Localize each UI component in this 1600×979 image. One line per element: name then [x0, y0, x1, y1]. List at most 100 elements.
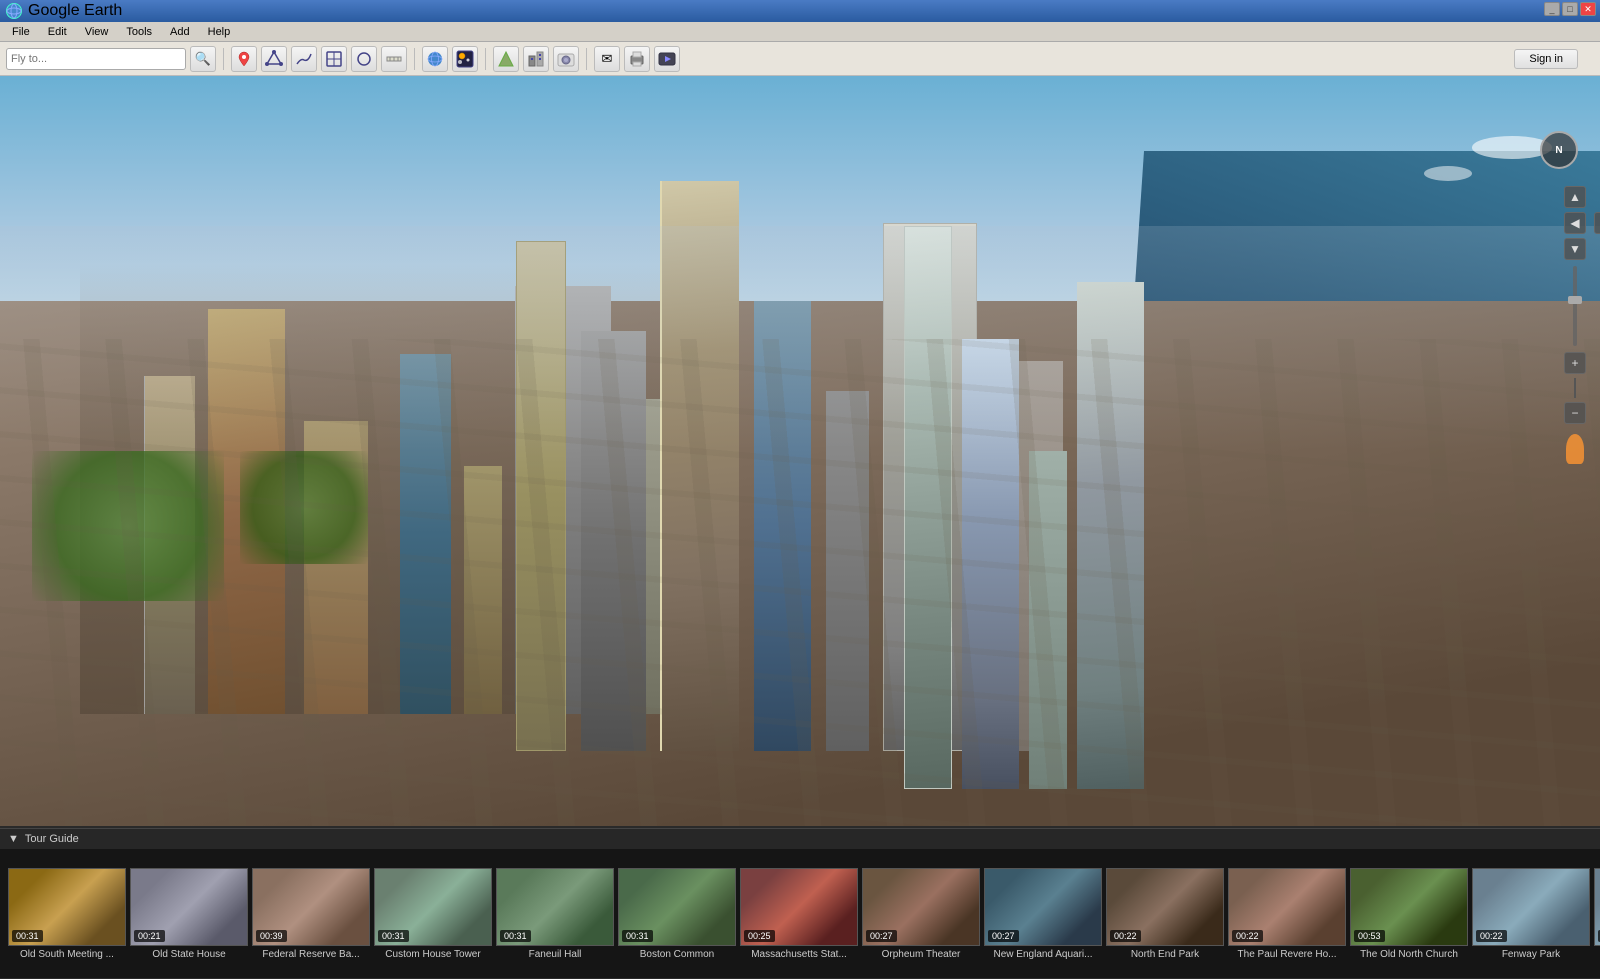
zoom-thumb[interactable]	[1568, 296, 1582, 304]
tour-thumbnail: 00:31	[618, 868, 736, 946]
sign-in-button[interactable]: Sign in	[1514, 49, 1578, 69]
tour-time-badge: 00:39	[256, 930, 287, 942]
tour-time-badge: 00:27	[866, 930, 897, 942]
tour-item-label: Cape Neddick Light...	[1594, 946, 1600, 960]
tour-item[interactable]: 00:31Boston Common	[618, 868, 736, 960]
tour-time-badge: 00:31	[378, 930, 409, 942]
earth-view-button[interactable]	[422, 46, 448, 72]
email-button[interactable]: ✉	[594, 46, 620, 72]
city-scene	[0, 76, 1600, 826]
main-3d-view[interactable]: N ▲ ◀ ▶ ▼ + −	[0, 76, 1600, 826]
tour-thumbnail: 00:53	[1350, 868, 1468, 946]
overlay-button[interactable]	[321, 46, 347, 72]
tour-thumbnail: 00:27	[984, 868, 1102, 946]
menu-view[interactable]: View	[77, 25, 117, 39]
circle-button[interactable]	[351, 46, 377, 72]
tilt-right-button[interactable]: ▶	[1594, 212, 1600, 234]
menu-file[interactable]: File	[4, 25, 38, 39]
tour-guide-panel: ▼ Tour Guide 00:31Old South Meeting ...0…	[0, 828, 1600, 978]
tour-thumbnail: 00:22	[1228, 868, 1346, 946]
menu-edit[interactable]: Edit	[40, 25, 75, 39]
ruler-button[interactable]	[381, 46, 407, 72]
tour-items-container[interactable]: 00:31 Old South Meeting ... 00:21Old State…	[0, 849, 1600, 979]
tour-time-badge: 00:22	[1110, 930, 1141, 942]
buildings-button[interactable]	[523, 46, 549, 72]
street-view-person[interactable]	[1566, 434, 1584, 464]
tour-thumbnail: 00:22	[1594, 868, 1600, 946]
tour-item-label: Boston Common	[618, 946, 736, 960]
tour-item-label: Old South Meeting ...	[8, 946, 126, 960]
tour-item[interactable]: 00:22 Fenway Park	[1472, 868, 1590, 960]
toolbar: 🔍 ✉ Sign in	[0, 42, 1600, 76]
zoom-slider[interactable]	[1573, 266, 1577, 346]
tour-thumbnail: 00:39	[252, 868, 370, 946]
tour-item-label: The Old North Church	[1350, 946, 1468, 960]
tilt-down-button[interactable]: ▼	[1564, 238, 1586, 260]
tour-time-badge: 00:31	[12, 930, 43, 942]
tour-time-badge: 00:22	[1476, 930, 1507, 942]
navigation-controls: ▲ ◀ ▶ ▼ + −	[1564, 186, 1586, 464]
tour-item[interactable]: 00:21Old State House	[130, 868, 248, 960]
separator-1	[223, 48, 224, 70]
tour-item[interactable]: 00:31 Custom House Tower	[374, 868, 492, 960]
tour-guide-arrow-icon: ▼	[8, 833, 19, 845]
tour-item[interactable]: 00:39 Federal Reserve Ba...	[252, 868, 370, 960]
sky-view-button[interactable]	[452, 46, 478, 72]
tour-item-label: Faneuil Hall	[496, 946, 614, 960]
menu-bar: File Edit View Tools Add Help	[0, 22, 1600, 42]
tour-item[interactable]: 00:22North End Park	[1106, 868, 1224, 960]
print-button[interactable]	[624, 46, 650, 72]
tour-item-label: Custom House Tower	[374, 946, 492, 960]
title-bar: Google Earth _ □ ✕	[0, 0, 1600, 22]
tour-item-label: New England Aquari...	[984, 946, 1102, 960]
tilt-up-button[interactable]: ▲	[1564, 186, 1586, 208]
add-polygon-button[interactable]	[261, 46, 287, 72]
tour-item[interactable]: 00:22Cape Neddick Light...	[1594, 868, 1600, 960]
tour-time-badge: 00:31	[500, 930, 531, 942]
tour-item[interactable]: 00:53The Old North Church	[1350, 868, 1468, 960]
tour-item[interactable]: 00:27New England Aquari...	[984, 868, 1102, 960]
terrain-button[interactable]	[493, 46, 519, 72]
tour-thumbnail: 00:22	[1106, 868, 1224, 946]
photo-button[interactable]	[553, 46, 579, 72]
menu-add[interactable]: Add	[162, 25, 198, 39]
tour-time-badge: 00:22	[1232, 930, 1263, 942]
tour-time-badge: 00:25	[744, 930, 775, 942]
window-controls[interactable]: _ □ ✕	[1544, 2, 1596, 16]
tilt-left-button[interactable]: ◀	[1564, 212, 1586, 234]
minimize-button[interactable]: _	[1544, 2, 1560, 16]
close-button[interactable]: ✕	[1580, 2, 1596, 16]
search-input[interactable]	[6, 48, 186, 70]
tour-item-label: The Paul Revere Ho...	[1228, 946, 1346, 960]
tour-item[interactable]: 00:31 Old South Meeting ...	[8, 868, 126, 960]
tour-item[interactable]: 00:25 Massachusetts Stat...	[740, 868, 858, 960]
tour-item[interactable]: 00:27Orpheum Theater	[862, 868, 980, 960]
compass[interactable]: N	[1540, 131, 1580, 171]
zoom-out-button[interactable]: −	[1564, 402, 1586, 424]
separator-3	[485, 48, 486, 70]
compass-n-label: N	[1555, 145, 1562, 156]
zoom-in-button[interactable]: +	[1564, 352, 1586, 374]
road-grid	[0, 339, 1600, 827]
tour-thumbnail: 00:31	[374, 868, 492, 946]
tour-item-label: Fenway Park	[1472, 946, 1590, 960]
add-placemark-button[interactable]	[231, 46, 257, 72]
tour-item-label: Federal Reserve Ba...	[252, 946, 370, 960]
menu-help[interactable]: Help	[200, 25, 239, 39]
tour-item[interactable]: 00:22 The Paul Revere Ho...	[1228, 868, 1346, 960]
tour-thumbnail: 00:27	[862, 868, 980, 946]
tour-thumbnail: 00:31	[496, 868, 614, 946]
tour-thumbnail: 00:21	[130, 868, 248, 946]
tour-thumbnail: 00:22	[1472, 868, 1590, 946]
tour-item[interactable]: 00:31 Faneuil Hall	[496, 868, 614, 960]
add-path-button[interactable]	[291, 46, 317, 72]
maximize-button[interactable]: □	[1562, 2, 1578, 16]
menu-tools[interactable]: Tools	[118, 25, 160, 39]
movie-button[interactable]	[654, 46, 680, 72]
tour-guide-header: ▼ Tour Guide	[0, 829, 1600, 849]
tour-item-label: Old State House	[130, 946, 248, 960]
tour-thumbnail: 00:25	[740, 868, 858, 946]
tour-item-label: Massachusetts Stat...	[740, 946, 858, 960]
search-button[interactable]: 🔍	[190, 46, 216, 72]
compass-display: N	[1540, 131, 1578, 169]
